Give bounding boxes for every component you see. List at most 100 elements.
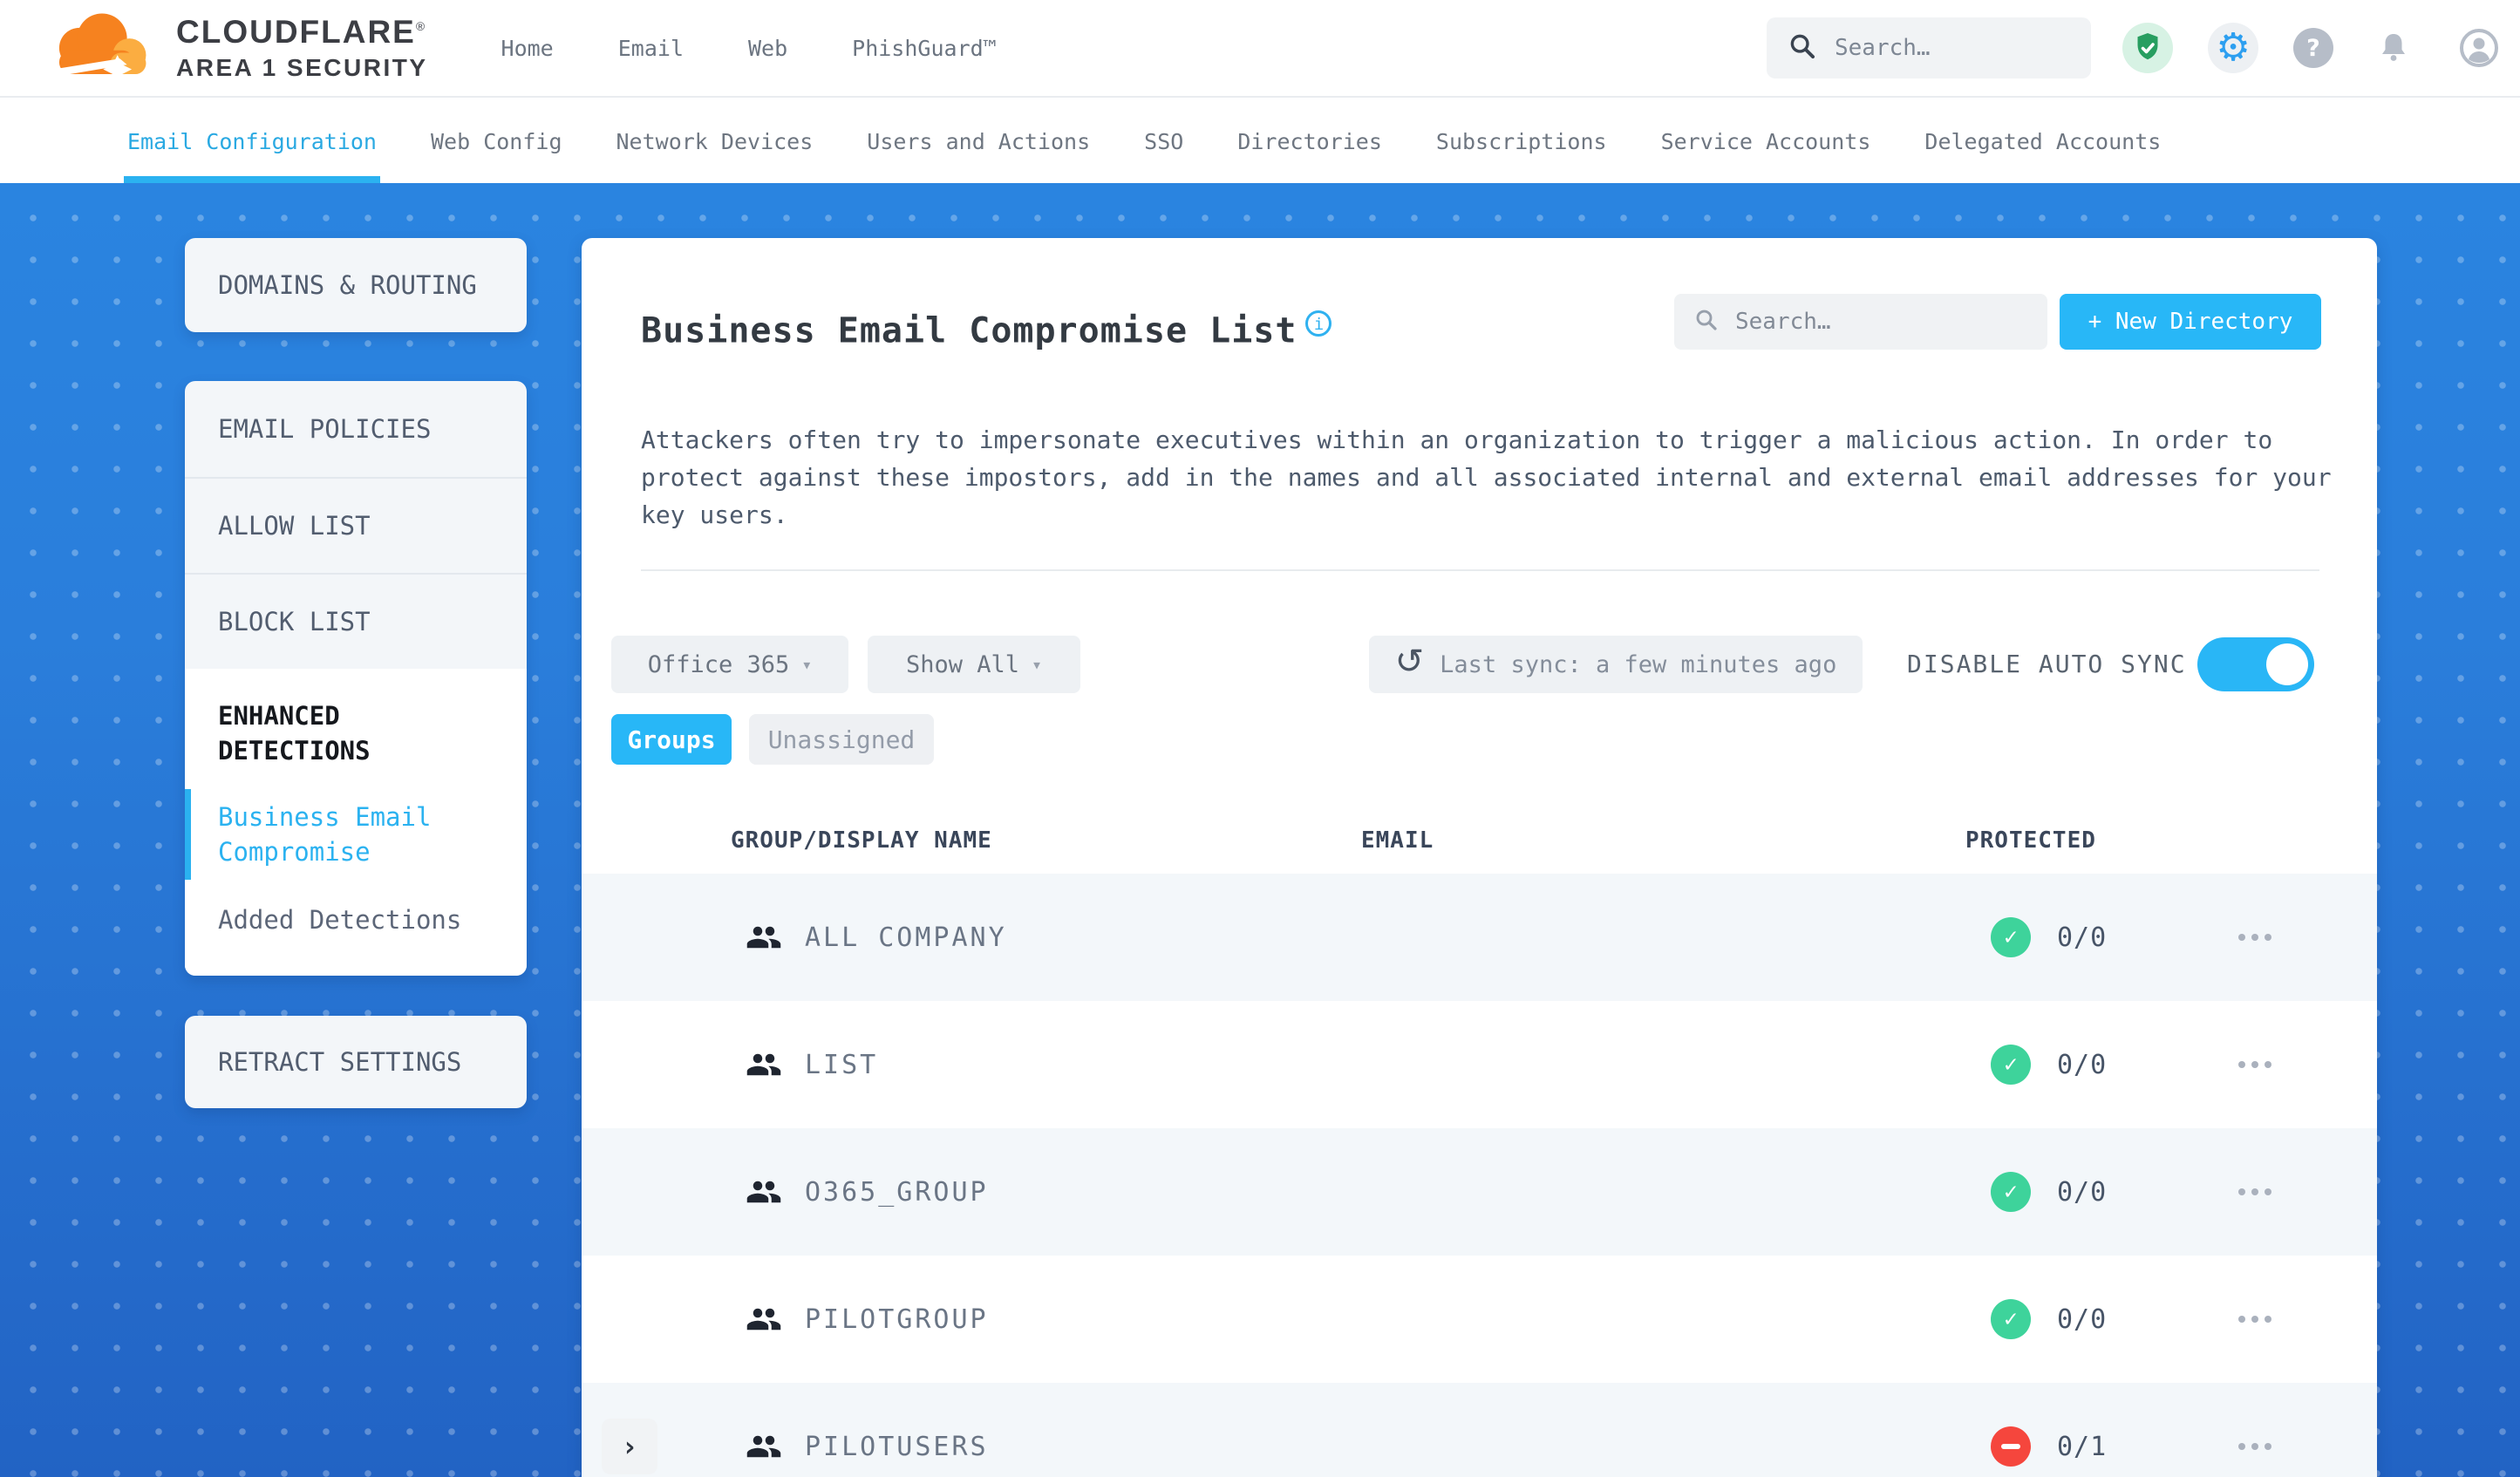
row-menu-button[interactable]	[2238, 1128, 2271, 1256]
status-badge: ✓	[1991, 1172, 2031, 1212]
table-row[interactable]: LIST ✓ 0/0	[582, 1001, 2377, 1128]
check-icon: ✓	[2004, 1179, 2018, 1205]
refresh-icon[interactable]: ↺	[1395, 644, 1425, 679]
sidebar-section-enhanced-detections: ENHANCED DETECTIONS Business Email Compr…	[185, 669, 527, 976]
protected-count: 0/1	[2057, 1431, 2108, 1462]
notifications-bell-icon[interactable]	[2368, 23, 2419, 73]
sidebar-item-domains-routing[interactable]: DOMAINS & ROUTING	[185, 238, 527, 332]
show-filter-select[interactable]: Show All ▾	[868, 636, 1080, 693]
search-icon	[1788, 31, 1817, 65]
page-title: Business Email Compromise List i	[641, 310, 1332, 351]
sidebar-item-block-list[interactable]: BLOCK LIST	[185, 573, 527, 669]
chevron-right-icon: ›	[621, 1430, 638, 1463]
tab-delegated-accounts[interactable]: Delegated Accounts	[1924, 99, 2161, 183]
status-badge: ✓	[1991, 1045, 2031, 1085]
page-background: DOMAINS & ROUTING EMAIL POLICIES ALLOW L…	[0, 183, 2520, 1477]
sidebar-item-business-email-compromise[interactable]: Business Email Compromise	[185, 789, 480, 880]
nav-item-web[interactable]: Web	[748, 36, 787, 61]
expand-row-button[interactable]: ›	[602, 1419, 657, 1474]
row-name: O365_GROUP	[805, 1176, 989, 1208]
list-search-input[interactable]	[1733, 308, 2028, 336]
brand-subtitle: AREA 1 SECURITY	[176, 54, 428, 81]
sidebar-card-policies: EMAIL POLICIES ALLOW LIST BLOCK LIST ENH…	[185, 381, 527, 976]
row-menu-button[interactable]	[2238, 1001, 2271, 1128]
sidebar-card-retract: RETRACT SETTINGS	[185, 1016, 527, 1108]
tab-sso[interactable]: SSO	[1144, 99, 1183, 183]
sidebar-item-enhanced-detections[interactable]: ENHANCED DETECTIONS	[218, 698, 480, 768]
list-search[interactable]	[1674, 294, 2047, 350]
last-sync-status[interactable]: ↺ Last sync: a few minutes ago	[1369, 636, 1863, 693]
table-row[interactable]: › PILOTUSERS 0/1	[582, 1383, 2377, 1477]
row-menu-button[interactable]	[2238, 1256, 2271, 1383]
help-icon[interactable]: ?	[2293, 28, 2333, 68]
nav-item-phishguard[interactable]: PhishGuard™	[852, 36, 997, 61]
app-window: CLOUDFLARE® AREA 1 SECURITY Home Email W…	[0, 0, 2520, 1477]
nav-item-email[interactable]: Email	[618, 36, 684, 61]
row-name: ALL COMPANY	[805, 922, 1007, 953]
sidebar-item-retract-settings[interactable]: RETRACT SETTINGS	[185, 1016, 527, 1108]
cloudflare-logo[interactable]: CLOUDFLARE® AREA 1 SECURITY	[37, 6, 428, 90]
status-badge	[1991, 1426, 2031, 1467]
cloudflare-cloud-icon	[37, 6, 167, 90]
group-icon	[746, 1046, 782, 1086]
chevron-down-icon: ▾	[1032, 654, 1043, 675]
sidebar-item-added-detections[interactable]: Added Detections	[218, 902, 480, 937]
sidebar-item-email-policies[interactable]: EMAIL POLICIES	[185, 381, 527, 477]
global-search-input[interactable]	[1833, 34, 2070, 62]
top-bar: CLOUDFLARE® AREA 1 SECURITY Home Email W…	[0, 0, 2520, 98]
nav-item-home[interactable]: Home	[501, 36, 554, 61]
registered-mark: ®	[415, 19, 427, 33]
new-directory-button[interactable]: + New Directory	[2060, 294, 2321, 350]
column-header-group: GROUP/DISPLAY NAME	[731, 827, 992, 854]
tab-subscriptions[interactable]: Subscriptions	[1436, 99, 1607, 183]
protected-count: 0/0	[2057, 1303, 2108, 1335]
table-row[interactable]: PILOTGROUP ✓ 0/0	[582, 1256, 2377, 1383]
protected-count: 0/0	[2057, 1176, 2108, 1208]
view-tab-unassigned[interactable]: Unassigned	[749, 714, 934, 765]
row-name: PILOTUSERS	[805, 1431, 989, 1462]
protected-count: 0/0	[2057, 1049, 2108, 1080]
row-menu-button[interactable]	[2238, 1383, 2271, 1477]
view-tab-groups[interactable]: Groups	[611, 714, 732, 765]
tab-web-config[interactable]: Web Config	[431, 99, 562, 183]
sidebar-item-allow-list[interactable]: ALLOW LIST	[185, 477, 527, 573]
page-description: Attackers often try to impersonate execu…	[641, 425, 2332, 529]
tab-service-accounts[interactable]: Service Accounts	[1661, 99, 1871, 183]
directory-select[interactable]: Office 365 ▾	[611, 636, 848, 693]
sidebar-card-domains: DOMAINS & ROUTING	[185, 238, 527, 332]
auto-sync-label: DISABLE AUTO SYNC	[1907, 650, 2187, 678]
toggle-knob	[2266, 643, 2308, 685]
divider	[641, 569, 2319, 571]
tab-network-devices[interactable]: Network Devices	[616, 99, 814, 183]
primary-nav: Home Email Web PhishGuard™	[501, 36, 997, 61]
last-sync-text: Last sync: a few minutes ago	[1440, 650, 1837, 678]
status-badge: ✓	[1991, 917, 2031, 957]
brand-name: CLOUDFLARE®	[176, 14, 427, 50]
auto-sync-toggle[interactable]	[2197, 637, 2314, 691]
column-header-email: EMAIL	[1361, 827, 1434, 854]
secondary-nav: Email Configuration Web Config Network D…	[0, 99, 2520, 183]
global-search[interactable]	[1767, 17, 2091, 78]
chevron-down-icon: ▾	[801, 654, 813, 675]
group-icon	[746, 1428, 782, 1468]
status-badge: ✓	[1991, 1299, 2031, 1339]
tab-email-configuration[interactable]: Email Configuration	[124, 99, 380, 183]
settings-gear-icon[interactable]: ⚙	[2208, 23, 2258, 73]
protected-count: 0/0	[2057, 922, 2108, 953]
group-icon	[746, 1174, 782, 1214]
table-body: ALL COMPANY ✓ 0/0 LIST ✓ 0/0 O365_GROUP	[582, 874, 2377, 1477]
info-icon[interactable]: i	[1305, 310, 1332, 337]
top-icon-row: ⚙ ?	[2122, 23, 2504, 73]
tab-users-and-actions[interactable]: Users and Actions	[867, 99, 1090, 183]
directory-select-value: Office 365	[647, 650, 790, 678]
verified-shield-icon[interactable]	[2122, 23, 2173, 73]
group-icon	[746, 1301, 782, 1341]
table-row[interactable]: O365_GROUP ✓ 0/0	[582, 1128, 2377, 1256]
tab-directories[interactable]: Directories	[1237, 99, 1382, 183]
search-icon	[1693, 307, 1720, 337]
check-icon: ✓	[2004, 1306, 2018, 1332]
table-row[interactable]: ALL COMPANY ✓ 0/0	[582, 874, 2377, 1001]
row-menu-button[interactable]	[2238, 874, 2271, 1001]
user-avatar-icon[interactable]	[2454, 23, 2504, 73]
table-header: GROUP/DISPLAY NAME EMAIL PROTECTED	[582, 827, 2377, 862]
